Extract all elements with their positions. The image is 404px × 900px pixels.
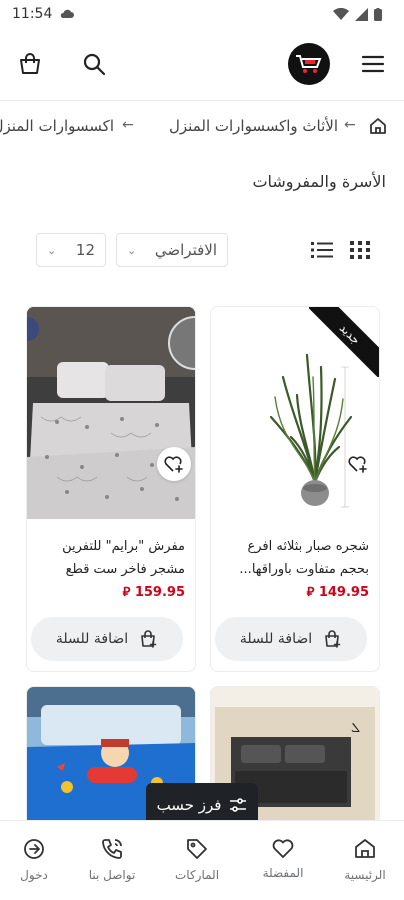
chevron-down-icon: ⌄ <box>47 243 57 257</box>
cart-plus-icon <box>325 630 341 648</box>
heart-icon <box>272 839 294 858</box>
list-view-button[interactable] <box>310 238 334 262</box>
new-badge: جديد <box>309 307 379 377</box>
breadcrumb-item-furniture[interactable]: الأثاث واكسسوارات المنزل <box>169 117 338 135</box>
breadcrumb-separator: ← <box>122 117 134 133</box>
grid-view-icon <box>350 241 370 259</box>
nav-item-contact[interactable]: تواصل بنا <box>72 837 152 882</box>
tag-icon <box>187 839 207 859</box>
list-view-icon <box>311 242 333 258</box>
nav-label-brands: الماركات <box>174 868 220 882</box>
svg-text:ܠ: ܠ <box>351 720 360 736</box>
shopping-bag-icon <box>20 53 40 74</box>
home-icon <box>370 118 386 134</box>
breadcrumb-separator: ← <box>344 117 356 133</box>
wifi-icon <box>333 8 349 20</box>
nav-item-login[interactable]: دخول <box>0 837 74 882</box>
breadcrumb-item-home-accessories[interactable]: اكسسوارات المنزل <box>0 117 114 135</box>
product-card[interactable]: مفرش "برايم" للتفرين مشجر فاخر ست قطع 15… <box>26 306 196 672</box>
cart-plus-icon <box>141 630 157 648</box>
phone-icon <box>102 839 122 859</box>
per-page-value: 12 <box>75 241 95 259</box>
battery-icon <box>374 7 382 21</box>
breadcrumb-home[interactable] <box>368 116 390 138</box>
nav-label-favorites: المفضلة <box>262 866 304 880</box>
product-card[interactable]: جديد شجره صبار بثلاثه افرع بحجم متفاوت ب… <box>210 306 380 672</box>
page-title: الأسرة والمفروشات <box>252 172 386 191</box>
cart-button[interactable] <box>14 48 46 80</box>
search-button[interactable] <box>78 48 110 80</box>
bottom-nav: الرئيسية المفضلة الماركات تواصل بنا دخول <box>0 820 404 900</box>
cloud-icon <box>61 9 75 18</box>
chevron-down-icon: ⌄ <box>127 243 137 257</box>
signal-icon <box>355 7 368 21</box>
nav-item-brands[interactable]: الماركات <box>157 837 237 882</box>
product-price: 149.95 ⃁ <box>306 585 369 600</box>
search-icon <box>83 53 106 76</box>
heart-plus-icon <box>348 456 367 473</box>
add-to-cart-button[interactable]: اضافة للسلة <box>31 617 183 661</box>
product-name[interactable]: شجره صبار بثلاثه افرع بحجم متفاوت باوراق… <box>219 535 369 581</box>
logo-icon <box>296 55 322 73</box>
product-name[interactable]: مفرش "برايم" للتفرين مشجر فاخر ست قطع <box>35 535 185 581</box>
add-to-cart-button[interactable]: اضافة للسلة <box>215 617 367 661</box>
store-logo[interactable] <box>288 43 330 85</box>
grid-view-button[interactable] <box>348 238 372 262</box>
nav-label-home: الرئيسية <box>344 868 386 882</box>
add-to-cart-label: اضافة للسلة <box>239 631 313 647</box>
product-price: 159.95 ⃁ <box>122 585 185 600</box>
heart-plus-icon <box>164 456 183 473</box>
menu-button[interactable] <box>357 48 389 80</box>
status-bar: 11:54 <box>0 0 404 28</box>
home-icon <box>355 839 375 858</box>
sliders-icon <box>230 798 247 812</box>
product-image-bedding[interactable] <box>27 307 195 519</box>
wishlist-button[interactable] <box>157 447 191 481</box>
toolbar: ⌄ 12 ⌄ الافتراضي <box>0 230 404 270</box>
add-to-cart-label: اضافة للسلة <box>55 631 129 647</box>
hamburger-menu-icon <box>361 55 385 73</box>
nav-item-home[interactable]: الرئيسية <box>325 837 404 882</box>
product-image-plant[interactable]: جديد <box>211 307 379 519</box>
nav-item-favorites[interactable]: المفضلة <box>243 837 323 880</box>
bedding-picture <box>27 307 195 519</box>
nav-label-contact: تواصل بنا <box>88 868 136 882</box>
nav-label-login: دخول <box>20 868 48 882</box>
per-page-select[interactable]: ⌄ 12 <box>36 233 106 267</box>
login-icon <box>24 839 44 859</box>
wishlist-button[interactable] <box>341 447 375 481</box>
new-badge-label: جديد <box>309 307 379 377</box>
sort-select[interactable]: ⌄ الافتراضي <box>116 233 228 267</box>
sort-value: الافتراضي <box>154 241 217 259</box>
sort-button-label: فرز حسب <box>156 796 222 814</box>
app-header <box>0 36 404 94</box>
status-time: 11:54 <box>12 6 53 22</box>
breadcrumb: ← الأثاث واكسسوارات المنزل ← اكسسوارات ا… <box>0 100 404 152</box>
